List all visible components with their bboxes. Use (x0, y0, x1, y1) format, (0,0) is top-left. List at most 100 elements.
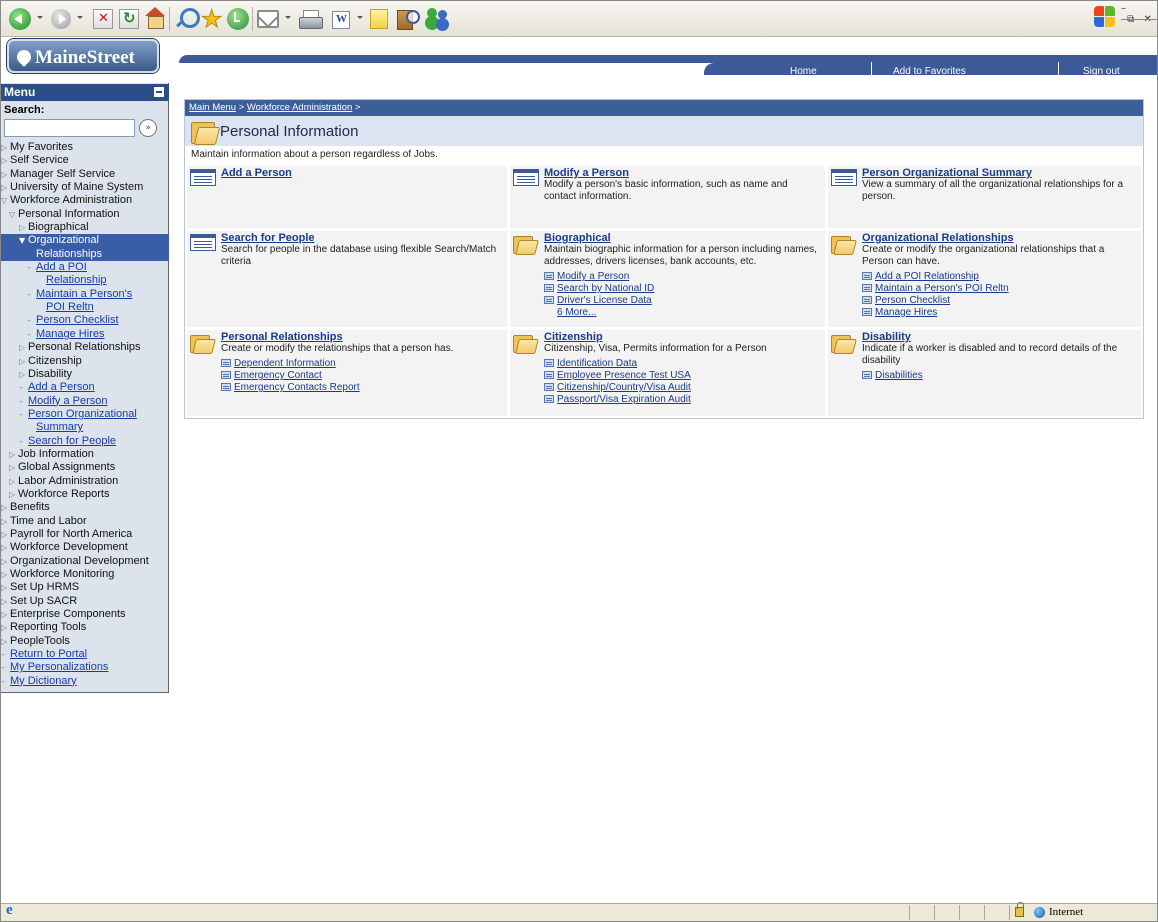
menu-item[interactable]: – Person Checklist (1, 314, 169, 327)
folder-icon[interactable] (831, 333, 857, 355)
folder-icon[interactable] (513, 234, 539, 256)
menu-item[interactable]: ▷ Biographical (1, 221, 169, 234)
menu-item[interactable]: Relationship (1, 274, 169, 287)
research-icon[interactable] (397, 8, 420, 30)
menu-item[interactable]: – Person Organizational (1, 408, 169, 421)
menu-item[interactable]: ▷ Time and Labor (1, 515, 169, 528)
menu-item[interactable]: ▷ Set Up SACR (1, 595, 169, 608)
cell-title-link[interactable]: Person Organizational Summary (862, 167, 1032, 179)
cell-title-link[interactable]: Citizenship (544, 331, 603, 343)
menu-item[interactable]: ▼ Organizational (1, 234, 169, 248)
window-controls-icon[interactable]: – ⧉ ✕ (1121, 3, 1157, 25)
forward-icon[interactable] (51, 9, 71, 29)
component-link[interactable]: Emergency Contacts Report (221, 382, 360, 394)
menu-item[interactable]: ▷ Workforce Monitoring (1, 568, 169, 581)
menu-item[interactable]: – Add a POI (1, 261, 169, 274)
menu-item[interactable]: ▽ Workforce Administration (1, 194, 169, 207)
menu-item[interactable]: ▷ Reporting Tools (1, 621, 169, 634)
refresh-icon[interactable] (119, 9, 139, 29)
component-link[interactable]: Identification Data (544, 358, 691, 370)
component-link[interactable]: Employee Presence Test USA (544, 370, 691, 382)
menu-item[interactable]: ▷ University of Maine System (1, 181, 169, 194)
mail-icon[interactable] (257, 10, 279, 28)
home-link[interactable]: Home (790, 66, 817, 77)
cell-title-link[interactable]: Organizational Relationships (862, 232, 1014, 244)
cell-title-link[interactable]: Personal Relationships (221, 331, 343, 343)
add-to-favorites-link[interactable]: Add to Favorites (893, 66, 966, 77)
menu-item[interactable]: Summary (1, 421, 169, 434)
menu-item[interactable]: ▷ Global Assignments (1, 461, 169, 474)
stop-icon[interactable] (93, 9, 113, 29)
search-go-icon[interactable]: » (139, 119, 157, 137)
back-icon[interactable] (9, 8, 31, 30)
component-link[interactable]: Search by National ID (544, 283, 654, 295)
mainestreet-logo[interactable]: MaineStreet (7, 39, 159, 73)
component-link[interactable]: Dependent Information (221, 358, 360, 370)
breadcrumb-workforce-administration[interactable]: Workforce Administration (247, 102, 352, 113)
sign-out-link[interactable]: Sign out (1083, 66, 1120, 77)
component-link[interactable]: Passport/Visa Expiration Audit (544, 394, 691, 406)
menu-item[interactable]: ▷ PeopleTools (1, 635, 169, 648)
menu-item[interactable]: ▷ Workforce Development (1, 541, 169, 554)
component-icon[interactable] (831, 169, 857, 186)
mail-dropdown-icon[interactable] (285, 16, 291, 19)
folder-icon[interactable] (513, 333, 539, 355)
collapse-menu-icon[interactable] (153, 86, 165, 98)
breadcrumb-main-menu[interactable]: Main Menu (189, 102, 236, 113)
component-icon[interactable] (190, 169, 216, 186)
messenger-icon[interactable] (425, 8, 451, 30)
component-icon[interactable] (190, 234, 216, 251)
component-icon[interactable] (513, 169, 539, 186)
edit-word-icon[interactable] (332, 11, 350, 29)
menu-item[interactable]: ▷ Citizenship (1, 355, 169, 368)
cell-title-link[interactable]: Biographical (544, 232, 611, 244)
menu-item[interactable]: ▷ Disability (1, 368, 169, 381)
cell-title-link[interactable]: Modify a Person (544, 167, 629, 179)
component-link[interactable]: Disabilities (862, 370, 923, 382)
cell-title-link[interactable]: Search for People (221, 232, 315, 244)
menu-item[interactable]: ▷ My Favorites (1, 141, 169, 154)
menu-item[interactable]: ▷ Set Up HRMS (1, 581, 169, 594)
menu-item[interactable]: – Modify a Person (1, 395, 169, 408)
favorites-star-icon[interactable]: ★ (201, 5, 224, 34)
menu-item[interactable]: ▷ Benefits (1, 501, 169, 514)
menu-search-input[interactable] (4, 119, 135, 137)
edit-dropdown-icon[interactable] (357, 16, 363, 19)
menu-item[interactable]: – Return to Portal (1, 648, 169, 661)
discuss-note-icon[interactable] (370, 9, 388, 29)
menu-item[interactable]: ▷ Labor Administration (1, 475, 169, 488)
menu-item[interactable]: ▷ Workforce Reports (1, 488, 169, 501)
cell-title-link[interactable]: Disability (862, 331, 911, 343)
menu-item[interactable]: Relationships (1, 247, 169, 262)
menu-item[interactable]: ▷ Personal Relationships (1, 341, 169, 354)
cell-title-link[interactable]: Add a Person (221, 167, 292, 179)
menu-item[interactable]: ▷ Job Information (1, 448, 169, 461)
folder-icon[interactable] (190, 333, 216, 355)
component-link[interactable]: Emergency Contact (221, 370, 360, 382)
menu-item[interactable]: – Add a Person (1, 381, 169, 394)
forward-dropdown-icon[interactable] (77, 16, 83, 19)
component-link[interactable]: Manage Hires (862, 307, 1009, 319)
menu-item[interactable]: ▷ Manager Self Service (1, 168, 169, 181)
menu-item[interactable]: – My Personalizations (1, 661, 169, 674)
menu-item[interactable]: – Maintain a Person's (1, 288, 169, 301)
component-link[interactable]: Modify a Person (544, 271, 654, 283)
menu-item[interactable]: ▷ Payroll for North America (1, 528, 169, 541)
print-icon[interactable] (298, 10, 323, 30)
menu-item[interactable]: – My Dictionary (1, 675, 169, 688)
back-dropdown-icon[interactable] (37, 16, 43, 19)
component-link[interactable]: Citizenship/Country/Visa Audit (544, 382, 691, 394)
home-icon[interactable] (144, 7, 166, 29)
menu-item[interactable]: – Manage Hires (1, 328, 169, 341)
menu-item[interactable]: ▷ Self Service (1, 154, 169, 167)
history-icon[interactable] (227, 8, 249, 30)
component-link[interactable]: Maintain a Person's POI Reltn (862, 283, 1009, 295)
menu-item[interactable]: POI Reltn (1, 301, 169, 314)
component-link[interactable]: Person Checklist (862, 295, 1009, 307)
folder-icon[interactable] (831, 234, 857, 256)
menu-item[interactable]: ▷ Enterprise Components (1, 608, 169, 621)
component-link[interactable]: Add a POI Relationship (862, 271, 1009, 283)
more-link[interactable]: 6 More... (544, 307, 654, 319)
search-icon[interactable] (174, 7, 200, 31)
component-link[interactable]: Driver's License Data (544, 295, 654, 307)
